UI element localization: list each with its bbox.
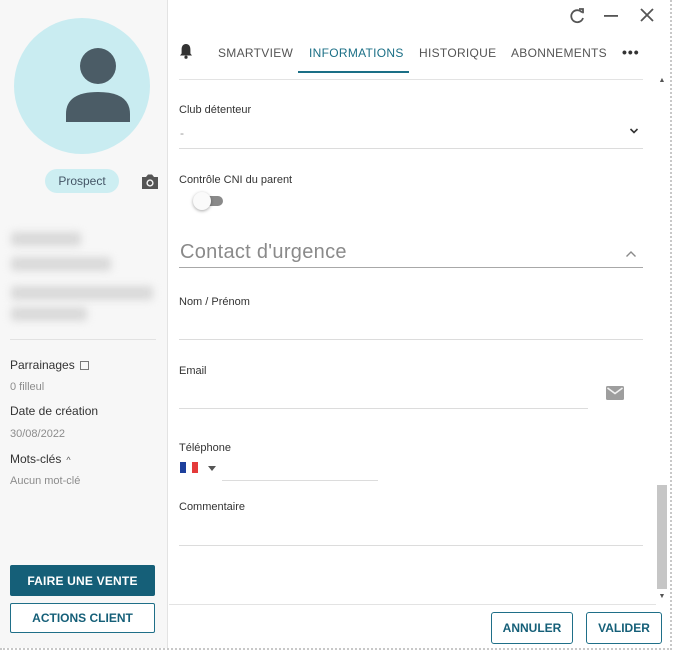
avatar bbox=[14, 18, 150, 154]
scrollbar-thumb[interactable] bbox=[657, 485, 667, 589]
external-link-icon bbox=[79, 361, 89, 370]
validate-button[interactable]: VALIDER bbox=[586, 612, 662, 644]
scroll-up-arrow[interactable]: ▲ bbox=[657, 77, 667, 84]
blurred-address-line-2 bbox=[11, 307, 87, 321]
sell-button[interactable]: FAIRE UNE VENTE bbox=[10, 565, 155, 596]
chevron-up-icon: ^ bbox=[66, 455, 71, 465]
tab-smartview[interactable]: SMARTVIEW bbox=[218, 46, 293, 60]
status-badge: Prospect bbox=[45, 169, 119, 193]
mail-icon[interactable] bbox=[606, 386, 624, 400]
date-creation-label: Date de création bbox=[10, 404, 99, 418]
tab-abonnements[interactable]: ABONNEMENTS bbox=[511, 46, 607, 60]
parrainages-label: Parrainages bbox=[10, 358, 75, 372]
parrainages-link[interactable]: Parrainages bbox=[10, 358, 89, 372]
refresh-icon[interactable] bbox=[568, 7, 586, 25]
nom-underline bbox=[179, 339, 643, 340]
commentaire-underline bbox=[179, 545, 643, 546]
nom-label: Nom / Prénom bbox=[179, 296, 250, 308]
chevron-down-icon[interactable] bbox=[629, 126, 639, 136]
customer-actions-button[interactable]: ACTIONS CLIENT bbox=[10, 603, 155, 633]
bell-icon[interactable] bbox=[179, 43, 193, 59]
tab-historique[interactable]: HISTORIQUE bbox=[419, 46, 496, 60]
email-label: Email bbox=[179, 365, 207, 377]
blurred-name-line-2 bbox=[11, 257, 111, 271]
filleuls-value: 0 filleul bbox=[10, 381, 45, 393]
telephone-label: Téléphone bbox=[179, 442, 231, 454]
scroll-down-arrow[interactable]: ▼ bbox=[657, 593, 667, 600]
blurred-name-line-1 bbox=[11, 232, 81, 246]
cni-label: Contrôle CNI du parent bbox=[179, 174, 293, 186]
cancel-button[interactable]: ANNULER bbox=[491, 612, 573, 644]
country-caret-icon[interactable] bbox=[208, 466, 216, 471]
minimize-icon[interactable] bbox=[604, 14, 618, 18]
date-creation-value: 30/08/2022 bbox=[10, 428, 66, 440]
club-select-underline bbox=[179, 148, 643, 149]
tabs-divider bbox=[179, 79, 643, 80]
close-icon[interactable] bbox=[640, 8, 654, 22]
mots-cles-value: Aucun mot-clé bbox=[10, 475, 81, 487]
side-divider bbox=[10, 339, 156, 340]
commentaire-label: Commentaire bbox=[179, 501, 246, 513]
person-icon bbox=[66, 48, 130, 122]
camera-icon[interactable] bbox=[140, 173, 160, 191]
footer-divider bbox=[169, 604, 656, 605]
customer-side-panel bbox=[0, 0, 168, 648]
blurred-address-line-1 bbox=[11, 286, 153, 300]
mots-cles-toggle[interactable]: Mots-clés ^ bbox=[10, 452, 71, 466]
tab-informations[interactable]: INFORMATIONS bbox=[309, 46, 404, 60]
mots-cles-label: Mots-clés bbox=[10, 452, 62, 466]
france-flag-icon[interactable] bbox=[180, 462, 198, 473]
more-tabs-button[interactable]: ••• bbox=[622, 44, 640, 60]
email-underline bbox=[179, 408, 588, 409]
active-tab-indicator bbox=[298, 71, 409, 73]
section-title-contact-urgence[interactable]: Contact d'urgence bbox=[180, 241, 347, 264]
cni-toggle[interactable] bbox=[193, 192, 223, 210]
club-label: Club détenteur bbox=[179, 104, 252, 116]
section-underline bbox=[179, 267, 643, 268]
chevron-up-icon[interactable] bbox=[625, 250, 637, 258]
telephone-underline bbox=[222, 480, 378, 481]
toggle-knob bbox=[193, 192, 211, 210]
club-select-value[interactable]: - bbox=[180, 126, 184, 140]
